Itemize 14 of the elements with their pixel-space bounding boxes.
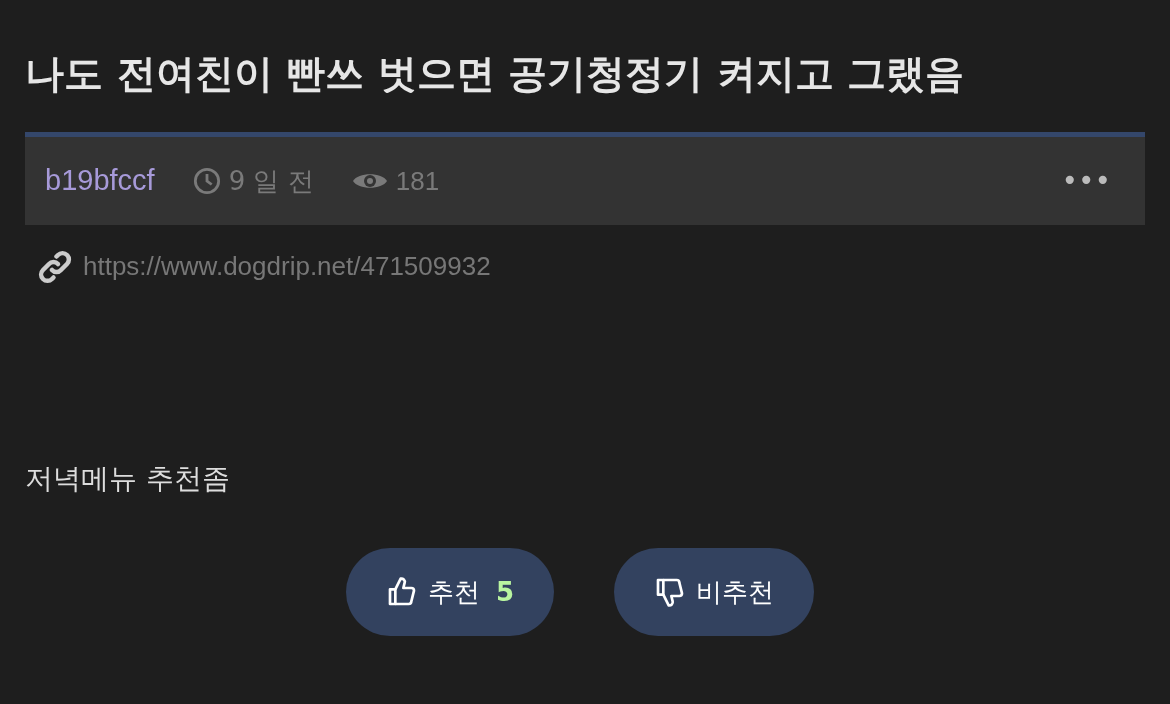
vote-count: 5 — [495, 575, 515, 609]
view-count: 181 — [395, 164, 440, 198]
clock-icon — [192, 167, 221, 195]
post-url-link[interactable]: https://www.dogdrip.net/471509932 — [83, 247, 491, 286]
vote-label: 추천 — [427, 575, 480, 609]
downvote-button[interactable]: 비추천 — [614, 548, 815, 636]
more-button[interactable]: ••• — [1061, 167, 1111, 195]
post-title: 나도 전여친이 빤쓰 벗으면 공기청정기 켜지고 그랬음 — [25, 50, 966, 98]
post-body: 저녁메뉴 추천좀 — [25, 461, 231, 497]
post-time: 9 일 전 — [228, 164, 314, 198]
vote-label: 비추천 — [696, 575, 775, 609]
author-link[interactable]: b19bfccf — [45, 159, 155, 203]
upvote-button[interactable]: 추천 5 — [345, 548, 555, 636]
link-icon — [37, 248, 73, 285]
